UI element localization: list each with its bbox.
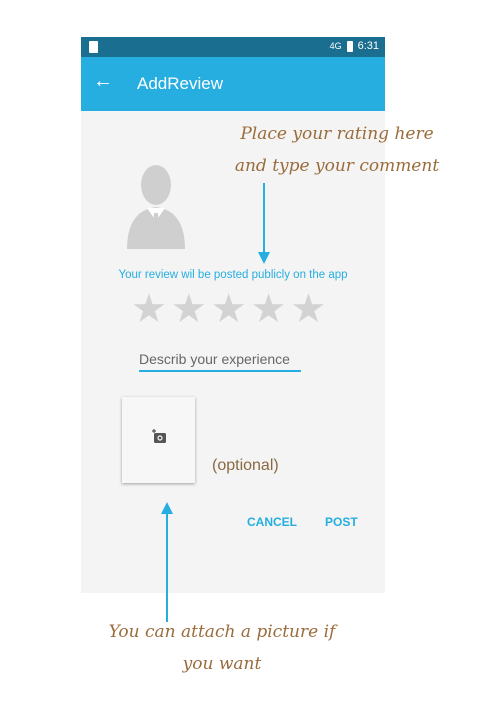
arrow-back-icon[interactable]: ← [93, 71, 113, 91]
annotation-line: you want [182, 654, 262, 674]
avatar [125, 163, 187, 254]
status-bar: 4G 6:31 [81, 37, 385, 57]
annotation-line: Place your rating here [240, 124, 434, 144]
app-bar: ← AddReview [81, 57, 385, 111]
star-icon[interactable]: ★ [131, 287, 167, 331]
comment-input[interactable]: Describ your experience [139, 351, 301, 372]
annotation-line: You can attach a picture if [108, 622, 336, 642]
cancel-button[interactable]: CANCEL [247, 515, 297, 529]
star-icon[interactable]: ★ [290, 287, 326, 331]
star-icon[interactable]: ★ [211, 287, 247, 331]
add-photo-icon [152, 429, 166, 443]
optional-label: (optional) [212, 457, 279, 474]
star-icon[interactable]: ★ [171, 287, 207, 331]
annotation-arrow-line [263, 183, 265, 253]
network-indicator: 4G [329, 41, 342, 51]
star-icon[interactable]: ★ [251, 287, 287, 331]
status-time: 6:31 [357, 40, 379, 52]
annotation-arrow-line [166, 512, 168, 622]
annotation-line: and type your comment [234, 156, 440, 176]
annotation-picture: You can attach a picture if you want [92, 616, 352, 680]
review-notice: Your review wil be posted publicly on th… [118, 269, 348, 281]
sim-card-icon [89, 41, 98, 53]
star-rating[interactable]: ★ ★ ★ ★ ★ [131, 287, 326, 331]
battery-icon [346, 40, 353, 52]
annotation-rating: Place your rating here and type your com… [222, 118, 452, 182]
post-button[interactable]: POST [325, 515, 358, 529]
page-title: AddReview [137, 74, 223, 93]
arrow-down-icon [258, 252, 270, 264]
attach-photo-button[interactable] [122, 397, 195, 483]
user-avatar-icon [127, 165, 185, 249]
